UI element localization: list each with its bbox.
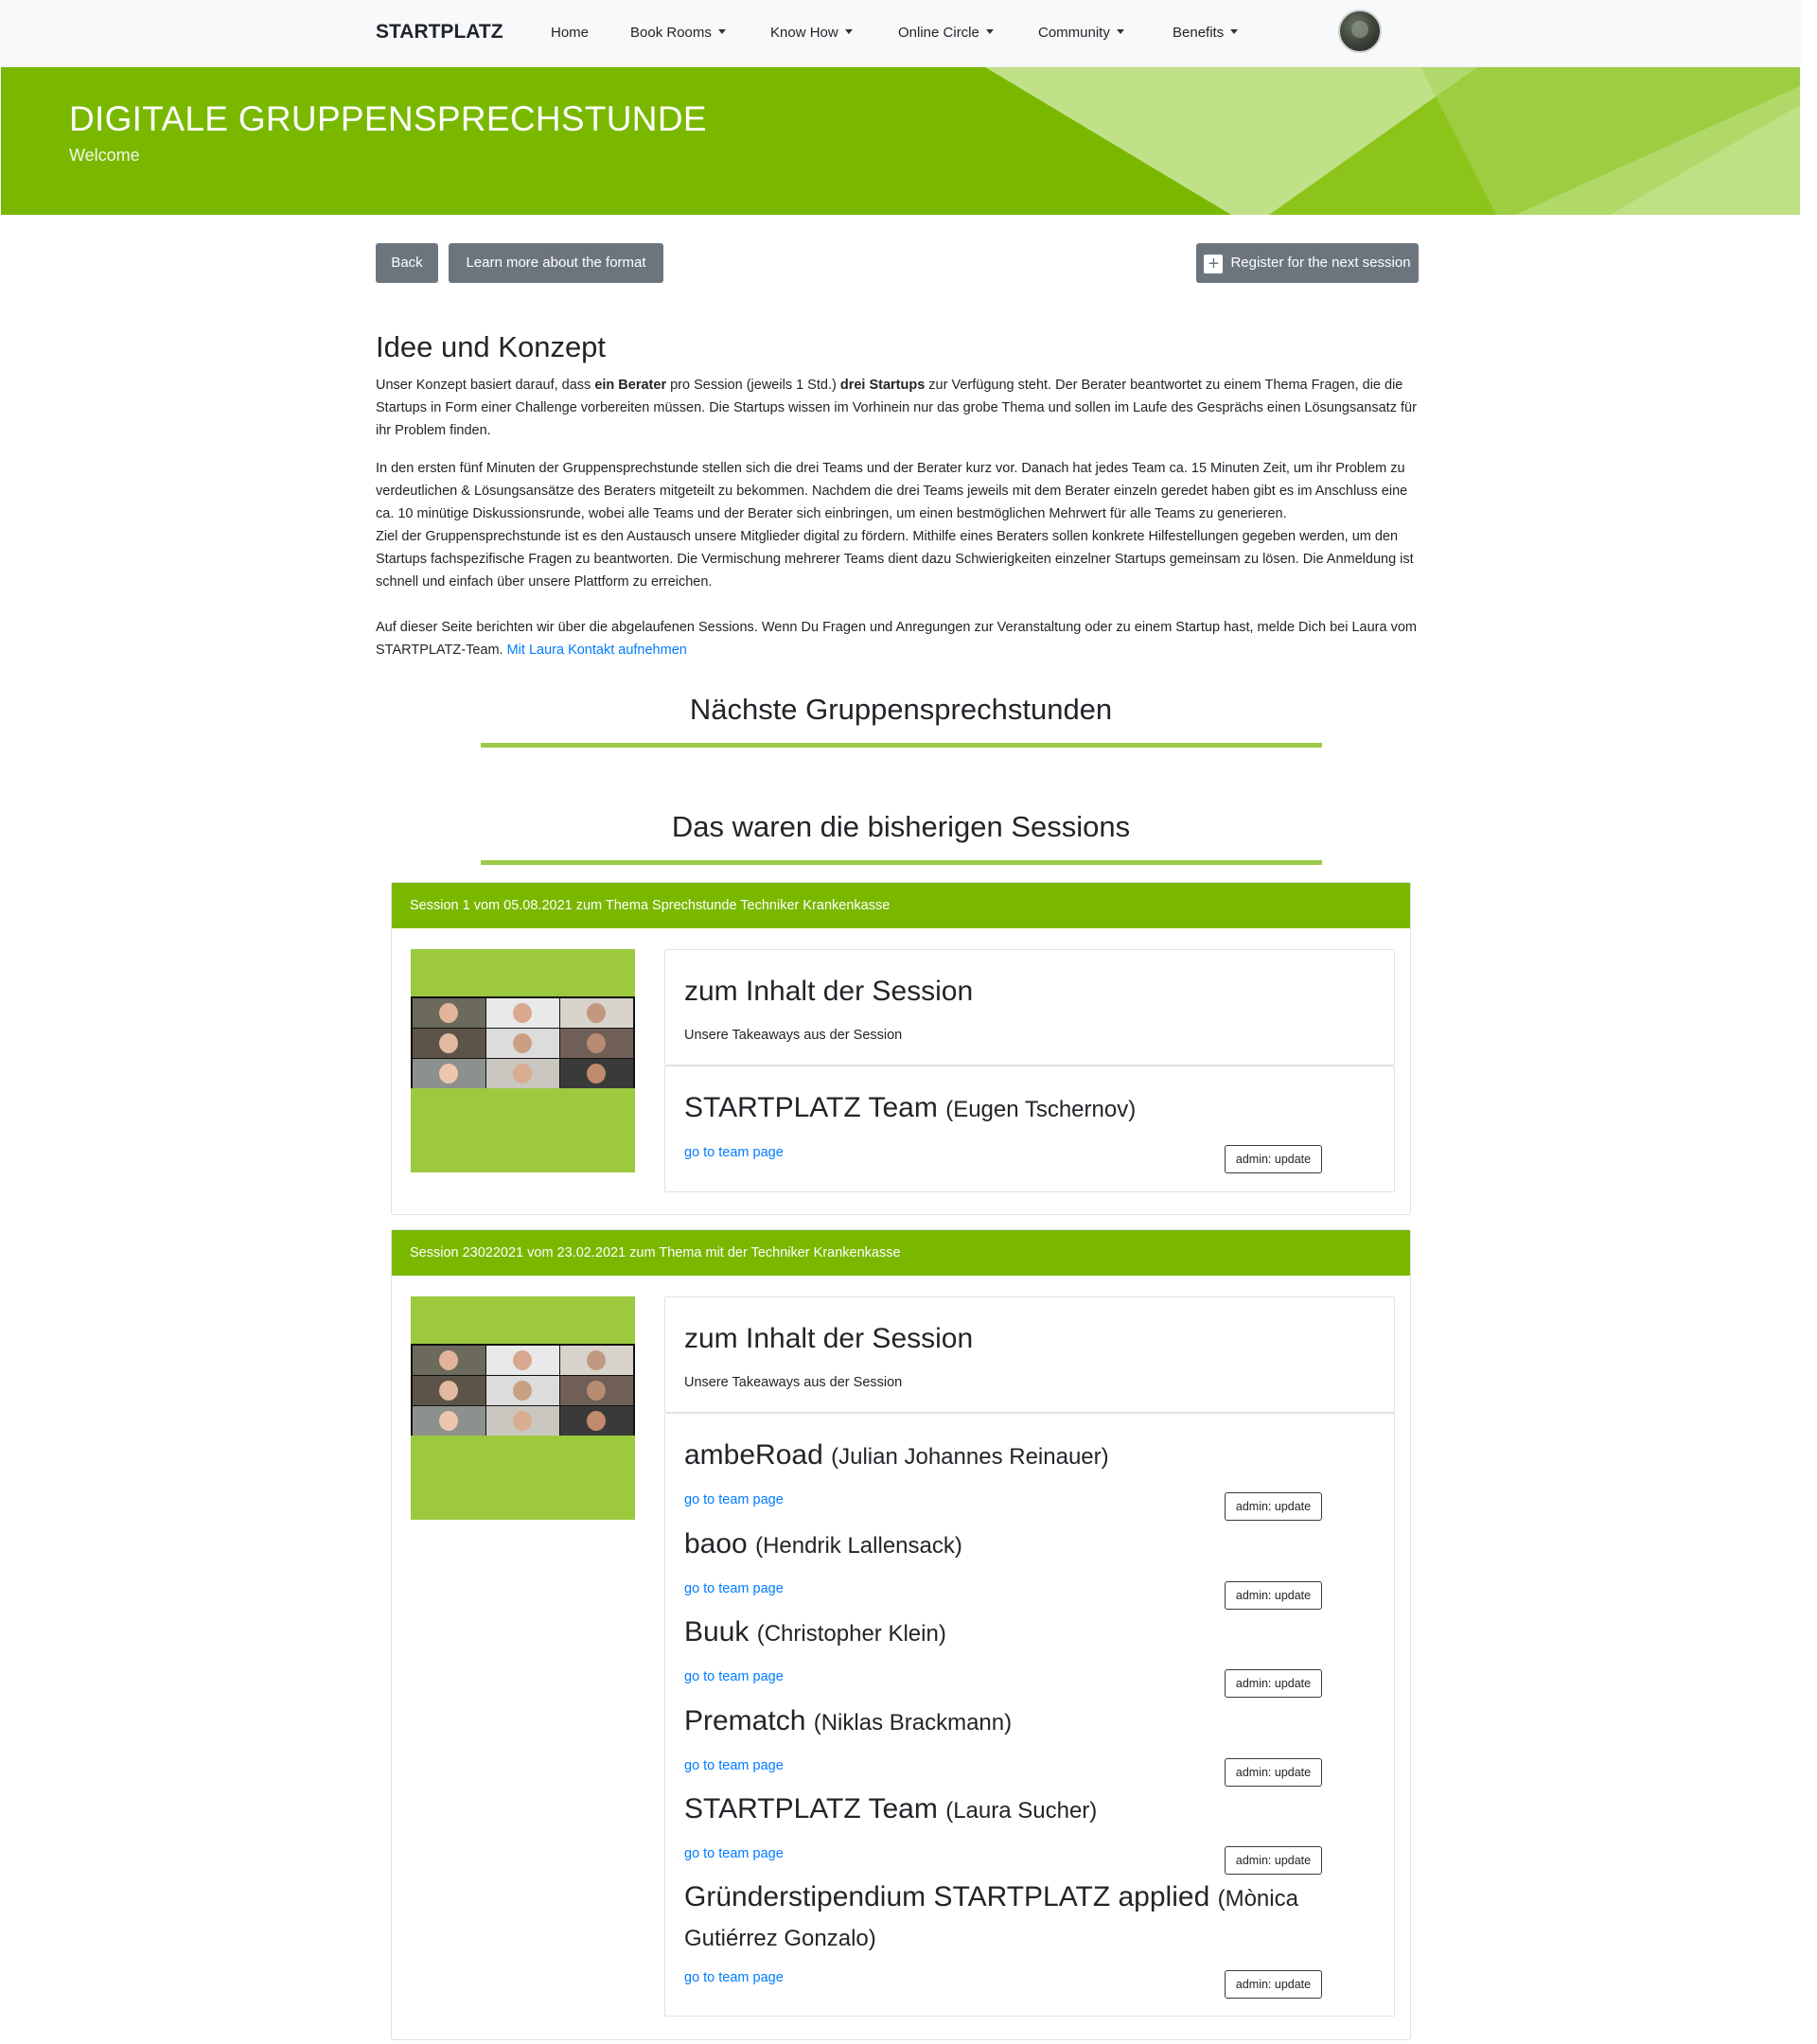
hero-decoration [985, 67, 1800, 215]
page-title: DIGITALE GRUPPENSPRECHSTUNDE [69, 99, 707, 138]
chevron-down-icon [1116, 29, 1124, 34]
session-content-box[interactable]: zum Inhalt der Session Unsere Takeaways … [664, 949, 1395, 1066]
session-content-subtitle: Unsere Takeaways aus der Session [684, 1028, 903, 1043]
team-title: ambeRoad (Julian Johannes Reinauer) [684, 1436, 1109, 1476]
session-header: Session 23022021 vom 23.02.2021 zum Them… [392, 1230, 1410, 1276]
team-list: STARTPLATZ Team (Eugen Tschernov) go to … [664, 1066, 1395, 1192]
session-card: Session 23022021 vom 23.02.2021 zum Them… [391, 1229, 1411, 2040]
register-button[interactable]: + Register for the next session [1196, 243, 1419, 283]
nav-book-rooms-label: Book Rooms [630, 25, 712, 41]
admin-update-button[interactable]: admin: update [1225, 1846, 1322, 1875]
concept-text: pro Session (jeweils 1 Std.) [666, 378, 840, 393]
team-title: Buuk (Christopher Klein) [684, 1613, 946, 1653]
chevron-down-icon [844, 29, 853, 34]
back-button[interactable]: Back [376, 243, 438, 283]
team-name: Buuk [684, 1616, 750, 1648]
team-title: baoo (Hendrik Lallensack) [684, 1525, 962, 1565]
divider [481, 743, 1322, 748]
admin-update-button[interactable]: admin: update [1225, 1145, 1322, 1173]
team-title: STARTPLATZ Team (Laura Sucher) [684, 1790, 1097, 1830]
team-list: ambeRoad (Julian Johannes Reinauer) go t… [664, 1413, 1395, 2017]
team-name: STARTPLATZ Team [684, 1092, 938, 1123]
team-person: (Hendrik Lallensack) [755, 1533, 962, 1559]
team-title: Gründerstipendium STARTPLATZ applied (Mò… [684, 1878, 1347, 1958]
page-subtitle: Welcome [69, 146, 140, 165]
video-call-grid [411, 1344, 635, 1436]
session-content-box[interactable]: zum Inhalt der Session Unsere Takeaways … [664, 1296, 1395, 1413]
plus-icon: + [1204, 255, 1224, 273]
nav-online-circle[interactable]: Online Circle [898, 25, 994, 41]
nav-home-label: Home [551, 25, 590, 41]
concept-heading: Idee und Konzept [376, 330, 607, 363]
admin-update-button[interactable]: admin: update [1225, 1581, 1322, 1610]
admin-update-button[interactable]: admin: update [1225, 1970, 1322, 1999]
team-person: (Julian Johannes Reinauer) [831, 1444, 1109, 1470]
nav-know-how[interactable]: Know How [770, 25, 853, 41]
concept-paragraph-1: Unser Konzept basiert darauf, dass ein B… [376, 374, 1426, 442]
chevron-down-icon [985, 29, 994, 34]
video-call-grid [411, 996, 635, 1088]
learn-more-button[interactable]: Learn more about the format [449, 243, 663, 283]
team-page-link[interactable]: go to team page [684, 1846, 784, 1861]
team-page-link[interactable]: go to team page [684, 1492, 784, 1507]
session-content-title[interactable]: zum Inhalt der Session [684, 976, 973, 1008]
session-header: Session 1 vom 05.08.2021 zum Thema Sprec… [392, 883, 1410, 928]
concept-text: Unser Konzept basiert darauf, dass [376, 378, 595, 393]
team-person: (Christopher Klein) [756, 1621, 946, 1647]
concept-paragraph-4: Auf dieser Seite berichten wir über die … [376, 616, 1426, 661]
session-image[interactable] [411, 1296, 635, 1520]
team-page-link[interactable]: go to team page [684, 1970, 784, 1985]
team-person: (Eugen Tschernov) [945, 1097, 1137, 1122]
session-content-title[interactable]: zum Inhalt der Session [684, 1323, 973, 1355]
user-avatar[interactable] [1338, 9, 1382, 53]
nav-home[interactable]: Home [551, 25, 589, 41]
team-name: Gründerstipendium STARTPLATZ applied [684, 1881, 1210, 1912]
team-name: Prematch [684, 1705, 806, 1736]
nav-community[interactable]: Community [1038, 25, 1124, 41]
session-image[interactable] [411, 949, 635, 1172]
nav-benefits[interactable]: Benefits [1173, 25, 1239, 41]
divider [481, 860, 1322, 865]
admin-update-button[interactable]: admin: update [1225, 1492, 1322, 1521]
admin-update-button[interactable]: admin: update [1225, 1669, 1322, 1698]
team-page-link[interactable]: go to team page [684, 1758, 784, 1773]
concept-paragraph-2: In den ersten fünf Minuten der Gruppensp… [376, 461, 1408, 521]
contact-laura-link[interactable]: Mit Laura Kontakt aufnehmen [507, 643, 687, 658]
team-title: STARTPLATZ Team (Eugen Tschernov) [684, 1089, 1136, 1129]
team-name: baoo [684, 1528, 748, 1559]
nav-benefits-label: Benefits [1173, 25, 1225, 41]
session-content-subtitle: Unsere Takeaways aus der Session [684, 1375, 903, 1390]
nav-know-how-label: Know How [770, 25, 838, 41]
team-person: (Laura Sucher) [945, 1798, 1098, 1824]
session-card: Session 1 vom 05.08.2021 zum Thema Sprec… [391, 882, 1411, 1215]
top-navbar: STARTPLATZ Home Book Rooms Know How Onli… [0, 0, 1800, 66]
team-name: ambeRoad [684, 1439, 823, 1471]
team-page-link[interactable]: go to team page [684, 1669, 784, 1684]
hero-banner: DIGITALE GRUPPENSPRECHSTUNDE Welcome [1, 67, 1800, 215]
team-title: Prematch (Niklas Brackmann) [684, 1702, 1012, 1742]
register-button-label: Register for the next session [1230, 255, 1411, 271]
team-name: STARTPLATZ Team [684, 1793, 938, 1824]
chevron-down-icon [1230, 29, 1239, 34]
nav-community-label: Community [1038, 25, 1110, 41]
brand-logo[interactable]: STARTPLATZ [376, 21, 503, 44]
team-page-link[interactable]: go to team page [684, 1581, 784, 1596]
concept-bold: drei Startups [839, 378, 926, 393]
team-person: (Niklas Brackmann) [813, 1710, 1013, 1736]
next-sessions-heading: Nächste Gruppensprechstunden [689, 693, 1113, 726]
chevron-down-icon [717, 29, 726, 34]
past-sessions-heading: Das waren die bisherigen Sessions [671, 810, 1131, 843]
nav-book-rooms[interactable]: Book Rooms [630, 25, 726, 41]
team-page-link[interactable]: go to team page [684, 1145, 784, 1160]
nav-online-circle-label: Online Circle [898, 25, 979, 41]
concept-paragraph-3: Ziel der Gruppensprechstunde ist es den … [376, 529, 1414, 590]
concept-bold: ein Berater [594, 378, 667, 393]
admin-update-button[interactable]: admin: update [1225, 1758, 1322, 1787]
